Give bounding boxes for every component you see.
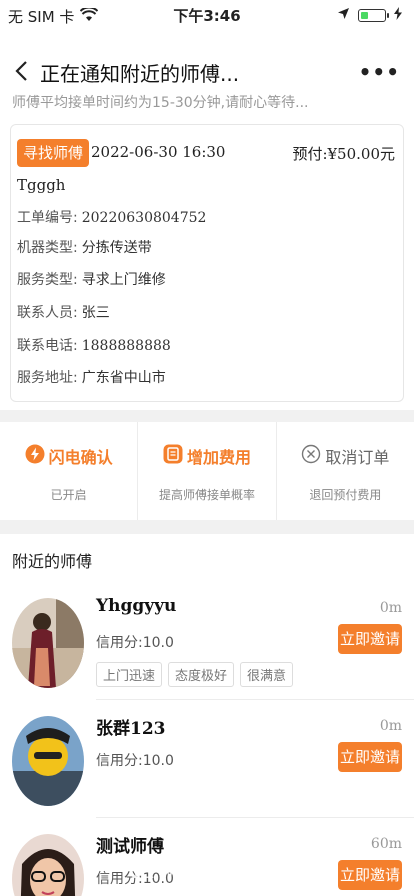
charging-bolt-icon xyxy=(394,6,402,24)
action-title: 增加费用 xyxy=(138,444,275,468)
avatar[interactable] xyxy=(12,598,84,688)
worker-distance: 0m xyxy=(379,718,402,734)
info-value: 寻求上门维修 xyxy=(81,272,166,288)
worker-list-item: Yhggyyu 0m 信用分:10.0 立即邀请 上门迅速 态度极好 很满意 xyxy=(0,582,414,700)
invite-button[interactable]: 立即邀请 xyxy=(338,624,402,654)
worker-distance: 0m xyxy=(379,600,402,616)
action-title: 闪电确认 xyxy=(0,444,137,468)
cancel-circle-icon xyxy=(301,444,321,468)
cancel-order-button[interactable]: 取消订单 退回预付费用 xyxy=(275,422,414,520)
invite-button[interactable]: 立即邀请 xyxy=(338,860,402,890)
action-bar: 闪电确认 已开启 增加费用 提高师傅接单概率 取消订单 退回预付费用 xyxy=(0,422,414,520)
prepay-amount: 预付:¥50.00元 xyxy=(292,145,395,163)
info-label: 联系电话: xyxy=(17,338,78,354)
service-type-row: 服务类型: 寻求上门维修 xyxy=(17,269,166,289)
info-label: 机器类型: xyxy=(17,240,78,256)
action-sub: 提高师傅接单概率 xyxy=(158,488,255,502)
info-value: 20220630804752 xyxy=(81,210,207,226)
worker-name: 张群123 xyxy=(96,719,166,739)
worker-distance: 60m xyxy=(370,836,402,852)
fee-icon xyxy=(163,444,183,468)
worker-tag: 态度极好 xyxy=(168,662,235,687)
contact-person-row: 联系人员: 张三 xyxy=(17,302,110,322)
order-name: Tgggh xyxy=(17,176,66,194)
info-value: 张三 xyxy=(81,305,110,321)
info-label: 工单编号: xyxy=(17,210,78,226)
action-sub: 已开启 xyxy=(50,488,87,502)
info-label: 服务地址: xyxy=(17,370,78,386)
location-arrow-icon xyxy=(337,6,350,24)
worker-tag: 很满意 xyxy=(240,662,294,687)
action-label: 取消订单 xyxy=(325,448,390,467)
lightning-icon xyxy=(25,444,45,468)
action-label: 增加费用 xyxy=(186,448,251,467)
section-gap xyxy=(0,520,414,534)
status-bar: 无 SIM 卡 下午3:46 xyxy=(0,0,414,30)
action-label: 闪电确认 xyxy=(48,448,113,467)
info-value: 分拣传送带 xyxy=(81,240,152,256)
worker-list-item: 测试师傅 60m 信用分:10.0 立即邀请 xyxy=(0,818,414,896)
worker-name: Yhggyyu xyxy=(96,596,177,616)
contact-phone-row: 联系电话: 1888888888 xyxy=(17,335,171,355)
order-number-row: 工单编号: 20220630804752 xyxy=(17,207,206,227)
avatar[interactable] xyxy=(12,834,84,896)
info-value: 1888888888 xyxy=(81,338,171,354)
nearby-title: 附近的师傅 xyxy=(12,552,93,571)
add-fee-button[interactable]: 增加费用 提高师傅接单概率 xyxy=(137,422,275,520)
watermark: 11WYX.COM xyxy=(130,862,261,883)
action-title: 取消订单 xyxy=(277,444,414,468)
page-title: 正在通知附近的师傅... xyxy=(40,62,240,86)
worker-credit: 信用分:10.0 xyxy=(96,635,174,651)
battery-icon xyxy=(358,8,389,22)
back-button[interactable] xyxy=(12,56,32,86)
info-value: 广东省中山市 xyxy=(81,370,166,386)
avatar[interactable] xyxy=(12,716,84,806)
section-gap xyxy=(0,410,414,422)
invite-button[interactable]: 立即邀请 xyxy=(338,742,402,772)
status-badge: 寻找师傅 xyxy=(17,139,90,167)
info-label: 服务类型: xyxy=(17,272,78,288)
page-subtitle: 师傅平均接单时间约为15-30分钟,请耐心等待... xyxy=(12,95,309,111)
status-right xyxy=(337,6,402,24)
service-address-row: 服务地址: 广东省中山市 xyxy=(17,367,166,387)
chevron-left-icon xyxy=(15,61,27,81)
nav-header: 正在通知附近的师傅... ••• xyxy=(0,50,414,94)
worker-credit: 信用分:10.0 xyxy=(96,753,174,769)
worker-name: 测试师傅 xyxy=(96,837,164,857)
info-label: 联系人员: xyxy=(17,305,78,321)
worker-tag: 上门迅速 xyxy=(96,662,163,687)
order-card: 寻找师傅 2022-06-30 16:30 预付:¥50.00元 Tgggh 工… xyxy=(10,124,404,402)
order-datetime: 2022-06-30 16:30 xyxy=(91,143,226,161)
action-sub: 退回预付费用 xyxy=(309,488,382,502)
machine-type-row: 机器类型: 分拣传送带 xyxy=(17,237,152,257)
more-options-button[interactable]: ••• xyxy=(359,60,400,84)
lightning-confirm-button[interactable]: 闪电确认 已开启 xyxy=(0,422,137,520)
worker-list-item: 张群123 0m 信用分:10.0 立即邀请 xyxy=(0,700,414,818)
worker-tags: 上门迅速 态度极好 很满意 xyxy=(96,662,294,687)
